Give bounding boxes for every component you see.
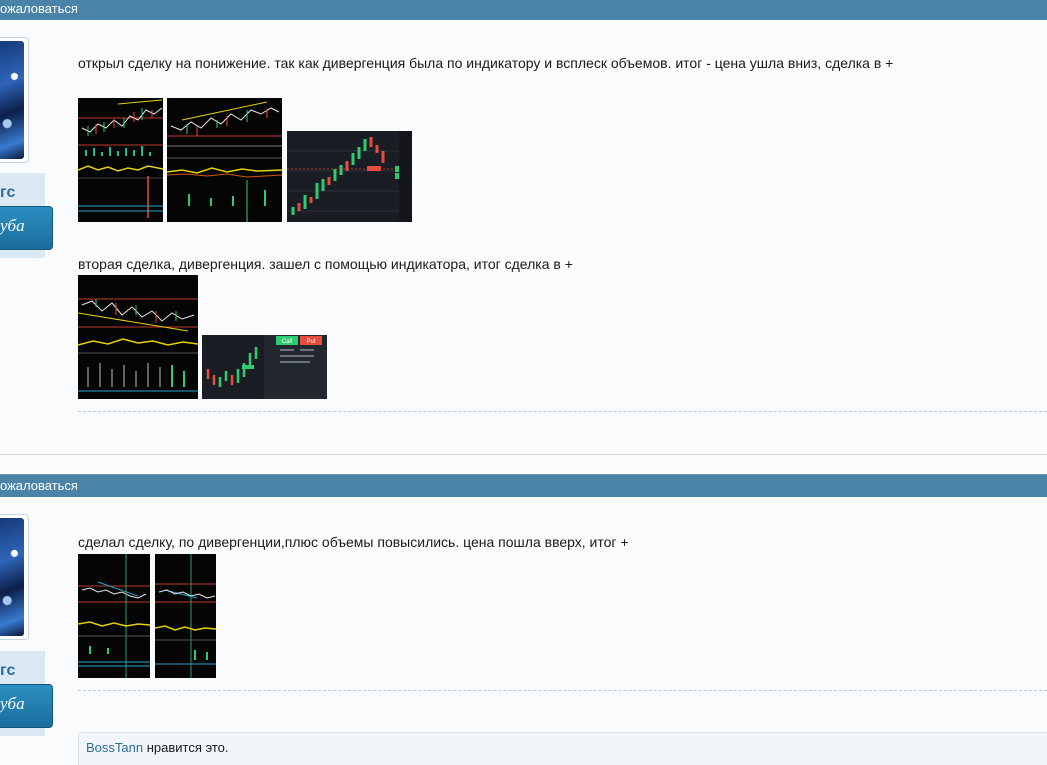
rank-badge: уба bbox=[0, 684, 53, 728]
rank-label: уба bbox=[0, 694, 25, 713]
username[interactable]: гс bbox=[0, 662, 15, 680]
username[interactable]: гс bbox=[0, 184, 15, 202]
chart-thumbnail[interactable] bbox=[78, 275, 198, 399]
likes-text: нравится это. bbox=[143, 740, 229, 755]
call-button-label: Call bbox=[282, 339, 292, 345]
report-link[interactable]: ожаловаться bbox=[0, 478, 78, 493]
chart-thumbnail[interactable] bbox=[167, 98, 282, 222]
post-separator bbox=[0, 454, 1047, 455]
rank-badge: уба bbox=[0, 206, 53, 250]
post-paragraph: открыл сделку на понижение. так как диве… bbox=[78, 55, 894, 71]
chart-thumbnail[interactable] bbox=[155, 554, 216, 678]
post-header-bar: ожаловаться bbox=[0, 0, 1047, 20]
chart-thumbnail[interactable] bbox=[78, 554, 150, 678]
likes-summary: BossTann нравится это. bbox=[78, 732, 1047, 765]
post-paragraph: вторая сделка, дивергенция. зашел с помо… bbox=[78, 256, 573, 272]
avatar-image bbox=[0, 41, 24, 159]
report-link[interactable]: ожаловаться bbox=[0, 1, 78, 16]
avatar-image bbox=[0, 518, 24, 636]
post-paragraph: сделал сделку, по дивергенции,плюс объем… bbox=[78, 534, 629, 550]
chart-thumbnail[interactable] bbox=[78, 98, 163, 222]
post-footer-divider bbox=[78, 690, 1047, 691]
rank-label: уба bbox=[0, 216, 25, 235]
avatar[interactable] bbox=[0, 514, 29, 640]
user-info-panel: гс уба bbox=[0, 173, 53, 258]
put-button-label: Put bbox=[306, 339, 315, 345]
post-footer-divider bbox=[78, 411, 1047, 412]
liker-username-link[interactable]: BossTann bbox=[86, 740, 143, 755]
user-info-panel: гс уба bbox=[0, 651, 53, 736]
avatar[interactable] bbox=[0, 37, 29, 163]
chart-thumbnail[interactable] bbox=[287, 131, 412, 222]
chart-thumbnail[interactable]: Call Put bbox=[202, 335, 327, 399]
post-header-bar: ожаловаться bbox=[0, 474, 1047, 497]
